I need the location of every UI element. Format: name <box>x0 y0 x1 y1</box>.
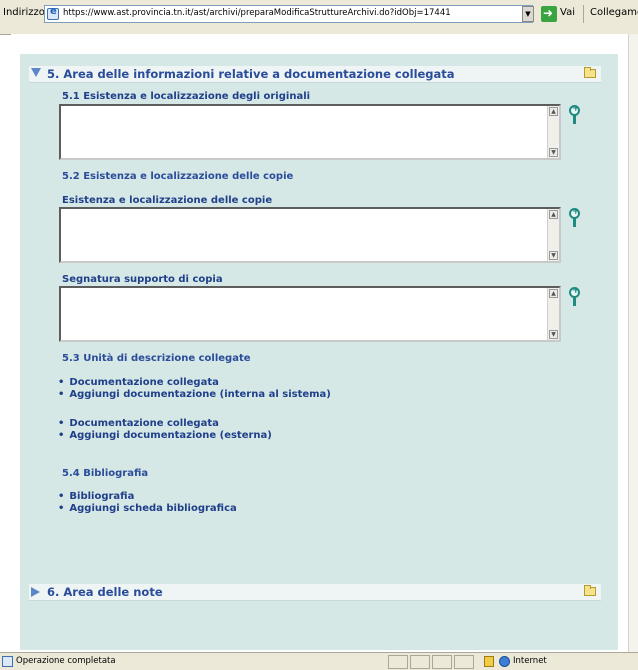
url-dropdown-button[interactable]: ▼ <box>522 6 534 22</box>
section-5-header[interactable]: 5. Area delle informazioni relative a do… <box>29 66 601 83</box>
zoom-icon[interactable] <box>568 207 582 228</box>
originals-textarea[interactable]: ▲ ▼ <box>59 104 561 160</box>
page-content: 5. Area delle informazioni relative a do… <box>11 34 628 652</box>
page-icon <box>47 6 59 20</box>
status-text: Operazione completata <box>16 656 116 666</box>
link-add-external-documentation[interactable]: • Aggiungi documentazione (esterna) <box>58 430 272 441</box>
link-bibliografia[interactable]: • Bibliografia <box>58 491 134 502</box>
links-button[interactable]: Collegamenti <box>590 7 638 18</box>
zoom-icon[interactable] <box>568 286 582 307</box>
section-6-title: 6. Area delle note <box>47 585 163 599</box>
link-add-internal-documentation[interactable]: • Aggiungi documentazione (interna al sis… <box>58 389 331 400</box>
lock-icon[interactable] <box>484 656 494 667</box>
collapse-triangle-icon[interactable] <box>31 68 41 77</box>
textarea-scrollbar[interactable]: ▲ ▼ <box>547 106 559 158</box>
page-status-icon <box>2 656 13 667</box>
link-add-bibliography[interactable]: • Aggiungi scheda bibliografica <box>58 503 237 514</box>
address-label: Indirizzo <box>3 7 45 18</box>
status-pane <box>454 655 474 669</box>
link-documentazione-collegata-external[interactable]: • Documentazione collegata <box>58 418 219 429</box>
bibliography-heading: 5.4 Bibliografia <box>62 468 149 479</box>
address-bar: Indirizzo https://www.ast.provincia.tn.i… <box>0 0 638 35</box>
scroll-up-icon[interactable]: ▲ <box>549 107 558 116</box>
go-button[interactable]: Vai <box>560 7 575 18</box>
expand-triangle-icon[interactable] <box>31 587 40 597</box>
status-pane <box>410 655 430 669</box>
zoom-icon[interactable] <box>568 104 582 125</box>
zone-text: Internet <box>513 656 547 666</box>
url-text: https://www.ast.provincia.tn.it/ast/arch… <box>63 8 451 18</box>
page-scrollbar[interactable] <box>628 34 638 652</box>
form-panel: 5. Area delle informazioni relative a do… <box>20 54 618 650</box>
copies-label: Esistenza e localizzazione delle copie <box>62 195 273 206</box>
originals-label: 5.1 Esistenza e localizzazione degli ori… <box>62 91 311 102</box>
folder-icon[interactable] <box>584 585 596 596</box>
textarea-scrollbar[interactable]: ▲ ▼ <box>547 209 559 261</box>
scroll-down-icon[interactable]: ▼ <box>549 330 558 339</box>
copies-textarea[interactable]: ▲ ▼ <box>59 207 561 263</box>
scroll-up-icon[interactable]: ▲ <box>549 210 558 219</box>
go-arrow-icon[interactable] <box>541 6 557 22</box>
scroll-up-icon[interactable]: ▲ <box>549 289 558 298</box>
units-heading: 5.3 Unità di descrizione collegate <box>62 353 251 364</box>
scroll-down-icon[interactable]: ▼ <box>549 251 558 260</box>
toolbar-separator <box>583 5 584 23</box>
status-pane <box>432 655 452 669</box>
textarea-scrollbar[interactable]: ▲ ▼ <box>547 288 559 340</box>
scroll-down-icon[interactable]: ▼ <box>549 148 558 157</box>
folder-icon[interactable] <box>584 67 596 78</box>
link-documentazione-collegata-internal[interactable]: • Documentazione collegata <box>58 377 219 388</box>
segnatura-label: Segnatura supporto di copia <box>62 274 223 285</box>
copies-heading: 5.2 Esistenza e localizzazione delle cop… <box>62 171 294 182</box>
section-5-title: 5. Area delle informazioni relative a do… <box>47 67 455 81</box>
section-6-header[interactable]: 6. Area delle note <box>29 584 601 601</box>
status-bar: Operazione completata Internet <box>0 652 638 670</box>
status-pane <box>388 655 408 669</box>
url-input[interactable]: https://www.ast.provincia.tn.it/ast/arch… <box>44 5 533 23</box>
segnatura-textarea[interactable]: ▲ ▼ <box>59 286 561 342</box>
globe-icon <box>499 656 510 667</box>
